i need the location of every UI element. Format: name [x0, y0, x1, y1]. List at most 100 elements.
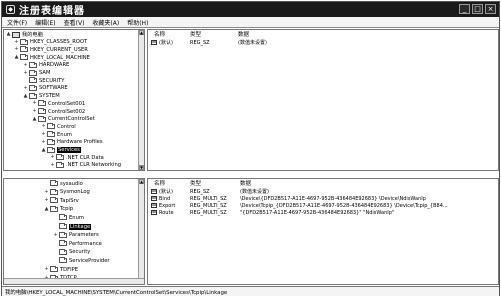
menu-bar: 文件(F) 编辑(E) 查看(V) 收藏夹(A) 帮助(H): [2, 17, 499, 28]
title-bar: ◆ 注册表编辑器 _ □ ×: [2, 2, 499, 17]
scroll-up-icon[interactable]: ▲: [139, 30, 144, 35]
expand-icon[interactable]: +: [41, 139, 46, 145]
expand-icon[interactable]: +: [50, 162, 55, 168]
scroll-up-icon[interactable]: ▲: [139, 179, 144, 184]
expand-icon[interactable]: +: [32, 101, 37, 106]
tree-node[interactable]: Performance: [53, 240, 102, 247]
tree-node-label: SYSTEM: [39, 93, 60, 100]
value-row[interactable]: ab Export: [151, 202, 175, 209]
top-value-list[interactable]: 名称 类型 数据 ab (默认) REG_SZ (数值未设置): [147, 29, 499, 171]
computer-icon: [12, 31, 20, 38]
tree-node[interactable]: + Control: [41, 123, 76, 130]
tree-node-label: sysaudio: [60, 180, 83, 187]
tree-node[interactable]: + Enum: [41, 131, 72, 138]
column-type-header[interactable]: 类型: [190, 179, 201, 187]
collapse-icon[interactable]: ▲: [41, 147, 46, 153]
menu-favorites[interactable]: 收藏夹(A): [92, 18, 119, 27]
tree-node-label: SECURITY: [39, 77, 65, 84]
tree-node[interactable]: + Hardware Profiles: [41, 138, 103, 146]
tree-node[interactable]: + SAM: [23, 69, 50, 77]
expand-icon[interactable]: +: [44, 267, 49, 272]
expand-icon[interactable]: +: [50, 155, 55, 160]
folder-icon: [38, 108, 46, 114]
tree-node[interactable]: + Parameters: [53, 231, 99, 239]
expand-icon[interactable]: +: [44, 198, 49, 203]
value-type: REG_MULTI_SZ: [190, 209, 227, 216]
tree-node[interactable]: + HARDWARE: [23, 61, 70, 69]
expand-icon[interactable]: +: [41, 124, 46, 129]
tree-node[interactable]: sysaudio: [44, 180, 83, 187]
value-row[interactable]: ab (默认): [151, 39, 173, 46]
menu-view[interactable]: 查看(V): [64, 18, 85, 27]
minimize-button[interactable]: _: [459, 4, 470, 14]
column-name-header[interactable]: 名称: [154, 30, 165, 38]
expand-icon[interactable]: +: [14, 47, 19, 52]
collapse-icon[interactable]: ▲: [14, 55, 19, 60]
expand-icon[interactable]: +: [32, 109, 37, 114]
tree-node-label: Performance: [69, 240, 102, 247]
collapse-icon[interactable]: ▲: [6, 32, 11, 37]
tree-scrollbar[interactable]: ▲▼: [138, 30, 144, 170]
leaf-spacer: [53, 215, 58, 220]
tree-node-label: ServiceProvider: [69, 257, 110, 264]
expand-icon[interactable]: +: [53, 232, 58, 238]
tree-node[interactable]: + HKEY_CURRENT_USER: [14, 46, 88, 53]
scroll-down-icon[interactable]: ▼: [139, 165, 144, 170]
tree-node[interactable]: ▲ 我的电脑: [6, 31, 43, 38]
folder-icon: [56, 161, 64, 168]
tree-node[interactable]: Linkage: [53, 223, 92, 230]
value-data: \Device\{DFD2B517-A11E-4697-952B-436484E…: [240, 195, 426, 202]
column-type-header[interactable]: 类型: [190, 30, 201, 38]
tree-node[interactable]: + .NET CLR Data: [50, 154, 104, 161]
maximize-button[interactable]: □: [472, 4, 483, 14]
expand-icon[interactable]: +: [14, 39, 19, 45]
tree-node[interactable]: + TDFIPE: [44, 266, 78, 273]
tree-node-label: HARDWARE: [39, 62, 70, 69]
expand-icon[interactable]: +: [23, 70, 28, 76]
tree-node-label: CurrentControlSet: [48, 116, 95, 123]
tree-scrollbar[interactable]: ▲▼: [138, 179, 144, 284]
tree-node[interactable]: ▲ SYSTEM: [23, 92, 60, 100]
tree-node-label: TapiSrv: [60, 197, 79, 204]
tree-node[interactable]: + ControlSet002: [32, 108, 85, 115]
value-row[interactable]: ab (默认): [151, 188, 173, 195]
close-button[interactable]: ×: [485, 4, 496, 14]
tree-node[interactable]: ▲ Tcpip: [44, 205, 73, 213]
expand-icon[interactable]: +: [23, 85, 28, 91]
tree-node[interactable]: ▲ HKEY_LOCAL_MACHINE: [14, 54, 90, 61]
bottom-value-list[interactable]: 名称 类型 数据 ab (默认) REG_SZ (数值未设置) ab Bind REG_MU…: [147, 178, 499, 285]
tree-node[interactable]: + .NET CLR Networking: [50, 161, 121, 169]
status-bar: 我的电脑\HKEY_LOCAL_MACHINE\SYSTEM\CurrentCo…: [2, 286, 499, 296]
tree-node[interactable]: SECURITY: [23, 77, 64, 84]
tree-horizontal-scrollbar[interactable]: [4, 278, 144, 284]
tree-node[interactable]: Security: [53, 248, 90, 256]
collapse-icon[interactable]: ▲: [32, 116, 37, 122]
expand-icon[interactable]: +: [23, 62, 28, 68]
tree-node[interactable]: ▲ CurrentControlSet: [32, 115, 95, 123]
column-name-header[interactable]: 名称: [154, 179, 165, 187]
expand-icon[interactable]: +: [44, 189, 49, 195]
column-data-header[interactable]: 数据: [238, 30, 249, 38]
menu-help[interactable]: 帮助(H): [127, 18, 148, 27]
bottom-key-tree[interactable]: sysaudio + SysmonLog + TapiSrv ▲ Tcpip Enum Link…: [3, 178, 145, 285]
expand-icon[interactable]: +: [41, 132, 46, 137]
value-data: "{DFD2B517-A11E-4697-952B-436484E92683}"…: [240, 209, 395, 216]
menu-edit[interactable]: 编辑(E): [35, 18, 55, 27]
top-key-tree[interactable]: ▲ 我的电脑 + HKEY_CLASSES_ROOT + HKEY_CURRENT_USE…: [3, 29, 145, 171]
tree-node[interactable]: + SysmonLog: [44, 188, 90, 196]
value-row[interactable]: ab Bind: [151, 195, 170, 202]
string-value-icon: ab: [151, 40, 157, 45]
tree-node[interactable]: + TapiSrv: [44, 197, 79, 204]
tree-node[interactable]: + SOFTWARE: [23, 84, 68, 92]
tree-node[interactable]: ▲ Services: [41, 146, 81, 154]
value-row[interactable]: ab Route: [151, 209, 174, 216]
tree-node[interactable]: + HKEY_CLASSES_ROOT: [14, 38, 87, 46]
tree-node[interactable]: + ControlSet001: [32, 100, 85, 107]
tree-node-label: TDFIPE: [60, 266, 79, 273]
column-data-header[interactable]: 数据: [240, 179, 251, 187]
tree-node[interactable]: ServiceProvider: [53, 257, 110, 264]
collapse-icon[interactable]: ▲: [23, 93, 28, 99]
tree-node[interactable]: Enum: [53, 214, 84, 221]
collapse-icon[interactable]: ▲: [44, 206, 49, 212]
menu-file[interactable]: 文件(F): [7, 18, 27, 27]
